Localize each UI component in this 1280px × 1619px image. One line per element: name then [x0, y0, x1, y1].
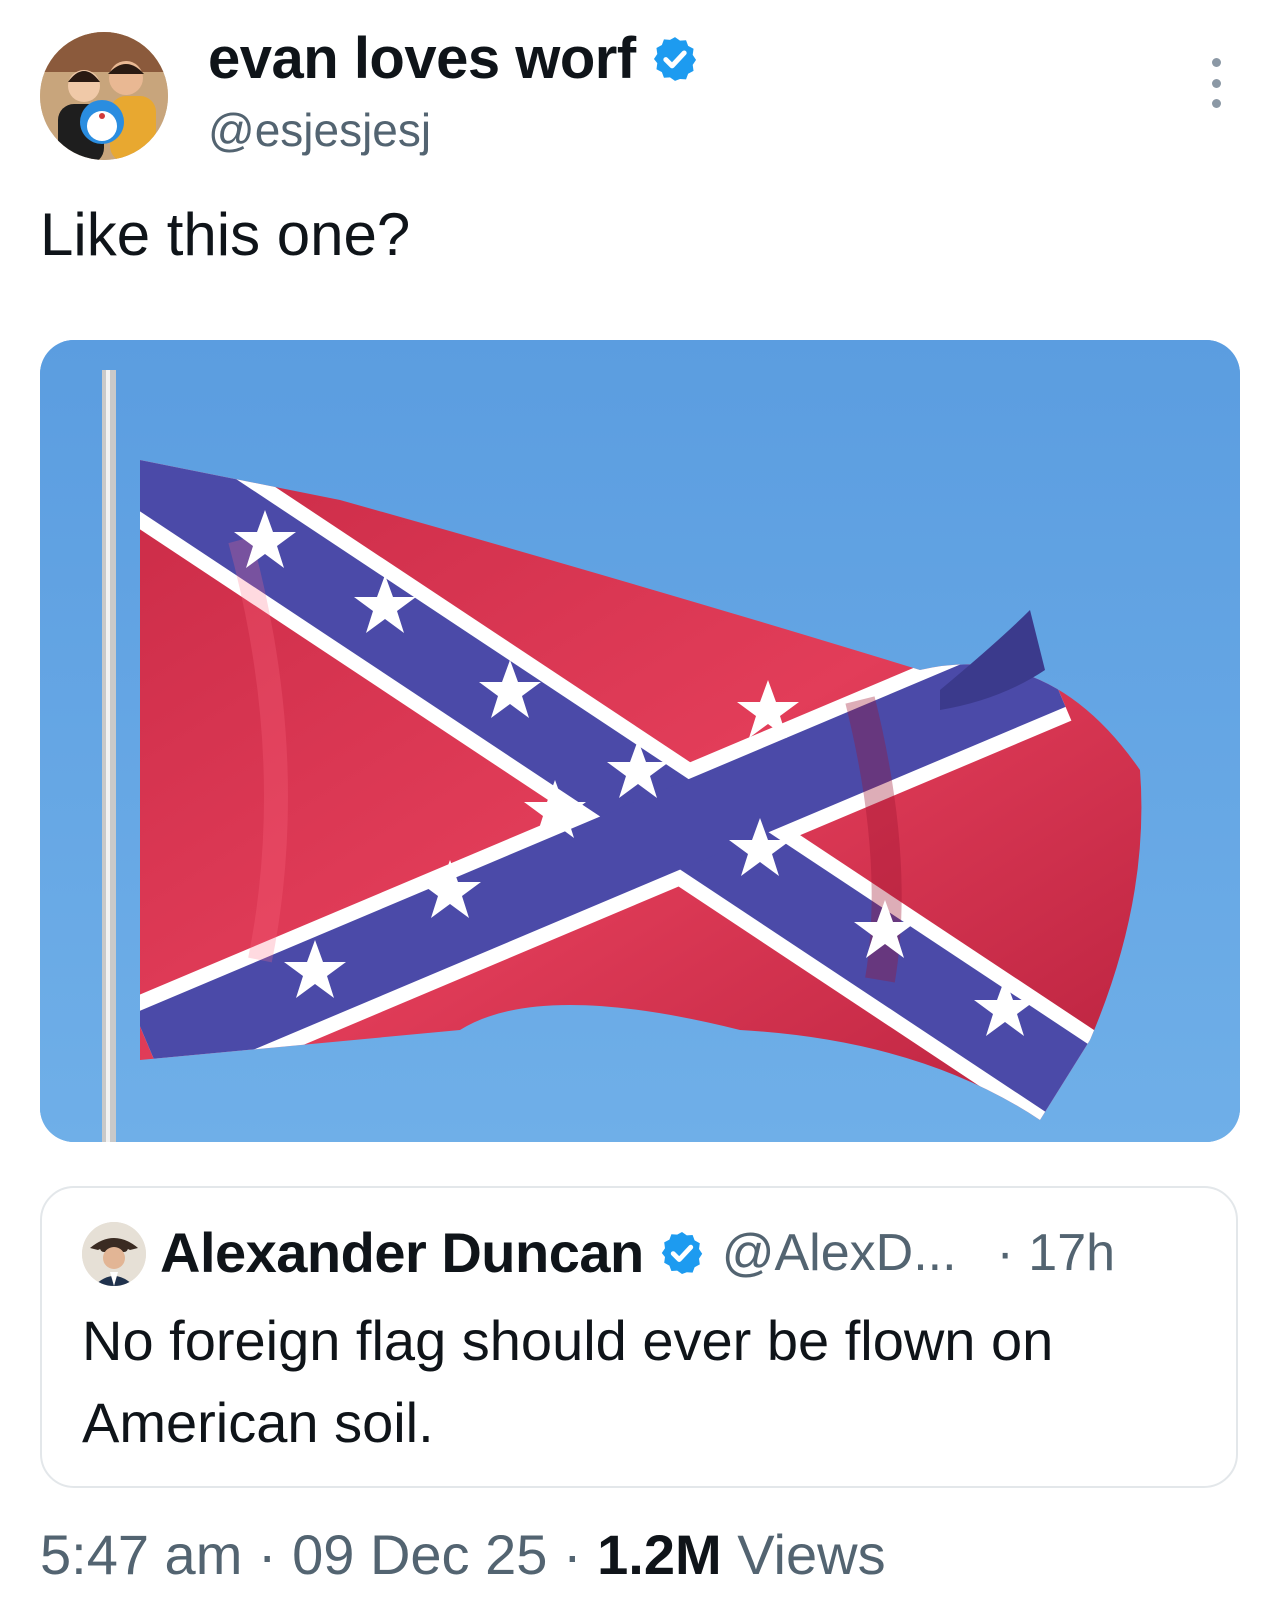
quoted-avatar-photo: [82, 1222, 146, 1286]
tweet-time[interactable]: 5:47 am: [40, 1523, 242, 1586]
tweet-text: Like this one?: [40, 201, 411, 268]
quoted-tweet-time[interactable]: · 17h: [997, 1218, 1116, 1288]
author-name-text: evan loves worf: [208, 26, 636, 91]
verified-badge-icon: [653, 37, 696, 81]
tweet-date[interactable]: 09 Dec 25: [292, 1523, 547, 1586]
views-count[interactable]: 1.2M: [597, 1523, 722, 1586]
quoted-author-avatar[interactable]: [82, 1222, 146, 1286]
meta-separator: ·: [242, 1523, 293, 1586]
quoted-author-handle[interactable]: @AlexD...: [722, 1218, 957, 1288]
author-display-name[interactable]: evan loves worf: [208, 24, 700, 94]
quoted-tweet-header: Alexander Duncan @AlexD... · 17h: [160, 1218, 1115, 1288]
author-handle[interactable]: @esjesjesj: [208, 102, 431, 158]
quoted-tweet-card[interactable]: Alexander Duncan @AlexD... · 17h No fore…: [40, 1186, 1238, 1488]
tweet-media-image[interactable]: [40, 340, 1240, 1142]
flag-photo: [40, 340, 1240, 1142]
author-avatar[interactable]: [40, 32, 168, 160]
verified-badge-icon: [661, 1232, 702, 1274]
meta-separator: ·: [547, 1523, 598, 1586]
quoted-tweet-text: No foreign flag should ever be flown on …: [82, 1309, 1054, 1454]
quoted-author-name[interactable]: Alexander Duncan: [160, 1218, 644, 1288]
more-options-icon[interactable]: [1204, 58, 1228, 108]
tweet-meta: 5:47 am · 09 Dec 25 · 1.2M Views: [40, 1520, 886, 1590]
avatar-photo: [40, 32, 168, 160]
views-label: Views: [721, 1523, 886, 1586]
